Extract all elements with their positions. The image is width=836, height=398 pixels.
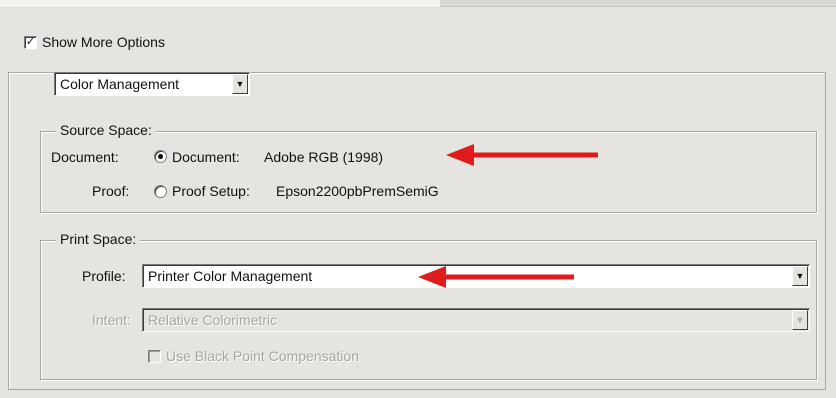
- chevron-down-icon[interactable]: ▼: [232, 74, 248, 94]
- mode-select[interactable]: Color Management ▼: [54, 72, 250, 96]
- document-radio[interactable]: [154, 150, 167, 163]
- radio-selected-dot: [158, 154, 163, 159]
- top-bar-shadow: [440, 0, 836, 7]
- document-option-label: Document:: [172, 149, 240, 165]
- show-more-options-label: Show More Options: [42, 34, 165, 50]
- intent-select-value: Relative Colorimetric: [148, 312, 278, 328]
- print-space-legend: Print Space:: [56, 231, 141, 247]
- show-more-options-checkbox[interactable]: ✓: [24, 36, 37, 49]
- annotation-arrow-profile: [418, 266, 574, 288]
- chevron-down-icon[interactable]: ▼: [792, 266, 808, 286]
- intent-label: Intent:: [92, 312, 131, 328]
- proof-label: Proof:: [92, 183, 130, 199]
- checkmark-icon: ✓: [25, 36, 36, 48]
- profile-select-value: Printer Color Management: [148, 268, 313, 284]
- intent-select[interactable]: Relative Colorimetric ▼: [142, 308, 810, 332]
- chevron-down-icon[interactable]: ▼: [792, 310, 808, 330]
- proof-option-label: Proof Setup:: [172, 183, 250, 199]
- annotation-arrow-document: [446, 144, 598, 166]
- mode-select-value: Color Management: [60, 76, 180, 92]
- document-label: Document:: [51, 149, 119, 165]
- source-space-group: [40, 131, 817, 213]
- proof-radio[interactable]: [154, 185, 167, 198]
- profile-label: Profile:: [82, 268, 126, 284]
- black-point-label: Use Black Point Compensation: [166, 348, 359, 364]
- black-point-checkbox[interactable]: [148, 350, 161, 363]
- proof-setup-value: Epson2200pbPremSemiG: [276, 183, 439, 199]
- source-space-legend: Source Space:: [56, 122, 156, 138]
- document-profile-value: Adobe RGB (1998): [264, 149, 384, 165]
- top-bar: [0, 0, 440, 7]
